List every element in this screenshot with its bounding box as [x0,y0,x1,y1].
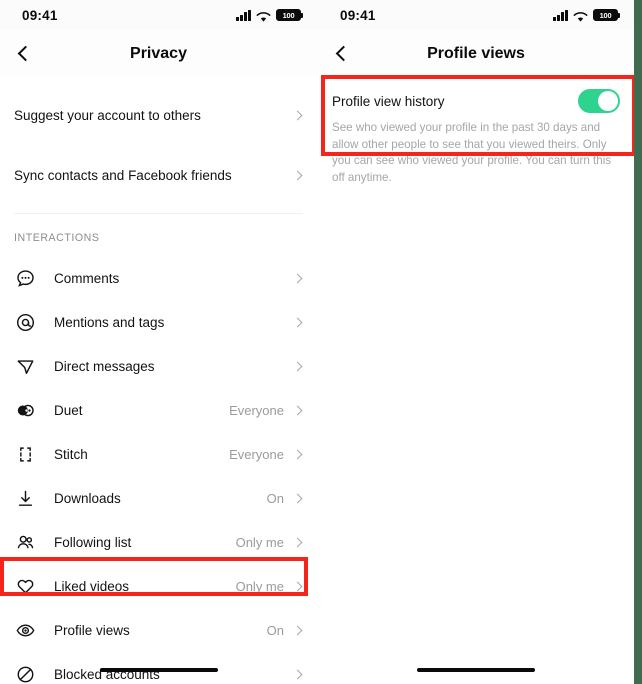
status-icons: 100 [553,9,621,22]
list-item-mentions-and-tags[interactable]: Mentions and tags [0,300,317,344]
people-group-icon [14,531,36,553]
status-bar-right: 09:41 100 [318,0,634,30]
list-item-label: Mentions and tags [54,314,165,330]
at-mention-icon [14,311,36,333]
nav-bar-left: Privacy [0,30,317,77]
paper-plane-icon [14,355,36,377]
back-chevron-icon [335,45,351,62]
chevron-right-icon [292,449,303,459]
chevron-right-icon [292,669,303,679]
duet-circles-icon [14,399,36,421]
back-button-right[interactable] [318,30,364,77]
list-item-value: Only me [235,534,284,550]
list-item-value: Only me [235,578,284,594]
chevron-right-icon [292,361,303,371]
chevron-right-icon [292,493,303,503]
list-item-label: Duet [54,402,83,418]
list-item-value: Everyone [229,446,284,462]
toggle-description: See who viewed your profile in the past … [332,121,612,184]
chevron-right-icon [292,317,303,327]
list-item-label: Stitch [54,446,88,462]
list-item-stitch[interactable]: Stitch Everyone [0,432,317,476]
list-item-comments[interactable]: Comments [0,256,317,300]
page-title-profile-views: Profile views [427,44,525,62]
row-gap [0,137,317,153]
list-item-value: On [266,622,284,638]
chevron-right-icon [292,170,303,180]
list-item-label: Following list [54,534,132,550]
chevron-right-icon [292,625,303,635]
wifi-icon [573,10,588,22]
status-bar-left: 09:41 100 [0,0,317,30]
right-edge-strip [634,0,642,684]
chevron-right-icon [292,405,303,415]
toggle-row: Profile view history [332,89,620,113]
list-item-label: Profile views [54,622,130,638]
list-item-value: Everyone [229,402,284,418]
stitch-brackets-icon [14,443,36,465]
block-slash-icon [14,663,36,684]
page-title-privacy: Privacy [130,44,187,62]
battery-level: 100 [594,10,617,20]
list-top-spacer [0,77,317,93]
cellular-signal-icon [236,9,251,21]
profile-view-history-toggle[interactable] [578,89,620,113]
list-item-sync-contacts[interactable]: Sync contacts and Facebook friends [0,153,317,197]
battery-icon: 100 [593,9,621,21]
chevron-right-icon [292,110,303,120]
back-chevron-icon [17,45,33,62]
chevron-right-icon [292,537,303,547]
list-item-label: Downloads [54,490,121,506]
list-item-suggest-account[interactable]: Suggest your account to others [0,93,317,137]
status-time: 09:41 [340,7,376,23]
toggle-knob [598,91,618,111]
list-item-label: Sync contacts and Facebook friends [14,167,232,183]
list-item-direct-messages[interactable]: Direct messages [0,344,317,388]
wifi-icon [256,10,271,22]
privacy-screen: 09:41 100 Privacy Suggest your account t… [0,0,317,684]
list-item-label: Comments [54,270,120,286]
list-item-downloads[interactable]: Downloads On [0,476,317,520]
chevron-right-icon [292,581,303,591]
privacy-list: Suggest your account to others Sync cont… [0,77,317,684]
chevron-right-icon [292,273,303,283]
cellular-signal-icon [553,9,568,21]
home-indicator-right [417,667,535,672]
comment-bubble-icon [14,267,36,289]
list-item-duet[interactable]: Duet Everyone [0,388,317,432]
status-icons: 100 [236,9,304,22]
battery-icon: 100 [276,9,304,21]
list-item-label: Liked videos [54,578,130,594]
heart-icon [14,575,36,597]
eye-icon [14,619,36,641]
list-item-following-list[interactable]: Following list Only me [0,520,317,564]
home-indicator-left [99,667,218,672]
nav-bar-right: Profile views [318,30,634,77]
list-item-label: Suggest your account to others [14,107,201,123]
list-item-label: Direct messages [54,358,155,374]
download-arrow-icon [14,487,36,509]
row-gap [0,197,317,213]
profile-views-screen: 09:41 100 Profile views Profile view his… [318,0,634,684]
back-button-left[interactable] [0,30,46,77]
list-item-profile-views[interactable]: Profile views On [0,608,317,652]
section-header-interactions: INTERACTIONS [14,232,100,244]
dual-phone-screenshot: 09:41 100 Privacy Suggest your account t… [0,0,642,684]
toggle-label: Profile view history [332,93,445,109]
profile-view-history-card: Profile view history See who viewed your… [318,77,634,196]
status-time: 09:41 [22,7,58,23]
battery-level: 100 [277,10,300,20]
list-item-value: On [266,490,284,506]
list-item-liked-videos[interactable]: Liked videos Only me [0,564,317,608]
